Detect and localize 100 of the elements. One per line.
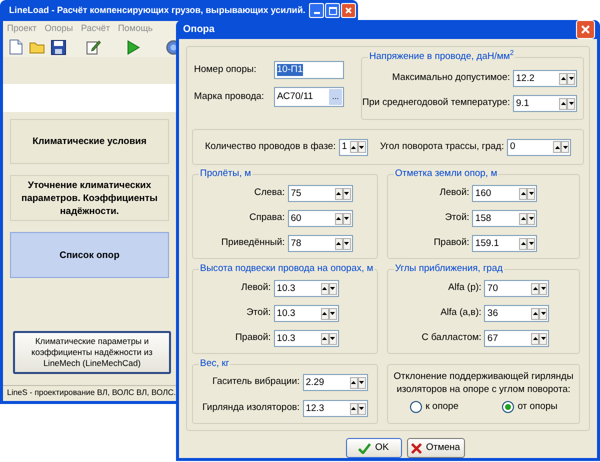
arrow-up-icon (520, 192, 526, 195)
minimize-button[interactable] (309, 3, 324, 18)
minimize-icon (314, 12, 320, 14)
arrow-up-icon (351, 407, 356, 410)
spin-up-button[interactable] (334, 212, 343, 224)
spin-down-button[interactable] (561, 141, 569, 153)
field-label: Alfa (а,в): (439, 306, 482, 320)
close-icon (345, 7, 352, 14)
group-title: Вес, кг (199, 358, 230, 370)
arrow-down-icon (568, 102, 574, 105)
spin-up-button[interactable] (334, 238, 343, 250)
field-label: Количество проводов в фазе: (205, 140, 336, 154)
spin-up-button[interactable] (350, 402, 358, 414)
cancel-button[interactable]: Отмена (406, 438, 464, 458)
save-icon[interactable] (51, 40, 66, 54)
close-button[interactable] (341, 3, 356, 18)
input-field[interactable]: 10-П1 (274, 61, 344, 79)
spin-up-button[interactable] (350, 141, 358, 153)
field-label: Левой: (240, 281, 271, 296)
folder-icon[interactable] (29, 40, 45, 54)
radio-button[interactable] (502, 401, 514, 414)
radio-button[interactable] (410, 401, 422, 414)
input-field[interactable]: 12.2 (513, 70, 577, 87)
input-field[interactable]: 0 (507, 138, 571, 156)
input-field[interactable]: 75 (288, 185, 353, 202)
spin-down-button[interactable] (527, 188, 536, 200)
spin-up-button[interactable] (559, 98, 567, 110)
spin-up-button[interactable] (519, 188, 528, 200)
maximize-icon (328, 6, 337, 14)
spin-down-button[interactable] (527, 212, 536, 224)
arrow-down-icon (359, 381, 364, 384)
spin-down-button[interactable] (567, 98, 575, 110)
spin-up-button[interactable] (334, 188, 343, 200)
input-field[interactable]: 9.1 (513, 95, 577, 112)
input-field[interactable]: 36 (484, 305, 550, 322)
import-button[interactable]: Климатические параметры и коэффициенты надёжности из LineMech (LineMechCad) (13, 331, 171, 374)
input-field[interactable]: 158 (472, 210, 538, 227)
window-title: LineLoad - Расчёт компенсирующих грузов, вырывающих усилий. (9, 4, 306, 17)
input-field[interactable]: АС70/11 ... (274, 87, 344, 107)
arrow-down-icon (540, 287, 546, 290)
input-field[interactable]: 60 (288, 210, 353, 227)
play-icon[interactable] (127, 40, 140, 54)
input-field[interactable]: 10.3 (274, 305, 339, 322)
input-field[interactable]: 159.1 (472, 235, 538, 252)
arrow-down-icon (528, 217, 534, 220)
input-field[interactable]: 78 (288, 235, 353, 252)
input-field[interactable]: 10.3 (274, 330, 339, 347)
spin-up-button[interactable] (350, 376, 358, 388)
spin-up-button[interactable] (519, 212, 528, 224)
arrow-down-icon (344, 242, 350, 245)
status-bar-text: LineS - проектирование ВЛ, ВОЛС ВЛ, ВОЛС. (7, 386, 176, 398)
arrow-up-icon (560, 102, 566, 105)
spin-down-button[interactable] (539, 282, 548, 294)
new-document-icon[interactable] (9, 39, 23, 55)
input-field[interactable]: 1 (338, 138, 368, 156)
group-title: Углы приближения, град (394, 263, 504, 275)
radio-option[interactable]: от опоры (502, 400, 558, 414)
spin-down-button[interactable] (539, 308, 548, 320)
spin-down-button[interactable] (527, 238, 536, 250)
dialog-title: Опора (183, 23, 216, 37)
arrow-down-icon (344, 192, 350, 195)
arrow-up-icon (322, 312, 328, 315)
field-label: Слева: (253, 186, 285, 200)
arrow-up-icon (336, 217, 342, 220)
edit-icon[interactable] (86, 39, 101, 55)
input-field[interactable]: 10.3 (274, 280, 339, 297)
spin-up-button[interactable] (559, 72, 567, 84)
radio-option[interactable]: к опоре (410, 400, 459, 414)
spin-up-button[interactable] (531, 308, 540, 320)
spin-down-button[interactable] (539, 332, 548, 344)
ok-button[interactable]: OK (346, 438, 402, 458)
arrow-up-icon (336, 192, 342, 195)
input-field[interactable]: 2.29 (302, 374, 368, 391)
spin-up-button[interactable] (531, 282, 540, 294)
field-label: Приведённый: (221, 236, 285, 250)
input-field[interactable]: 70 (484, 280, 550, 297)
maximize-button[interactable] (325, 3, 340, 18)
arrow-up-icon (336, 242, 342, 245)
arrow-up-icon (532, 312, 538, 315)
nav-button[interactable]: Климатические условия (10, 119, 169, 164)
spin-up-button[interactable] (320, 308, 329, 320)
input-field[interactable]: 12.3 (302, 400, 368, 417)
field-label: Гаситель вибрации: (211, 375, 300, 390)
spin-up-button[interactable] (320, 332, 329, 344)
arrow-up-icon (520, 217, 526, 220)
browse-button[interactable]: ... (329, 89, 342, 105)
close-button[interactable] (576, 20, 595, 39)
input-field[interactable]: 67 (484, 330, 550, 347)
spin-up-button[interactable] (553, 141, 561, 153)
arrow-down-icon (540, 337, 546, 340)
spin-up-button[interactable] (519, 238, 528, 250)
field-label: Номер опоры: (194, 62, 258, 77)
arrow-up-icon (520, 242, 526, 245)
arrow-up-icon (322, 337, 328, 340)
spin-up-button[interactable] (531, 332, 540, 344)
input-field[interactable]: 160 (472, 185, 538, 202)
spin-down-button[interactable] (567, 72, 575, 84)
spin-up-button[interactable] (320, 282, 329, 294)
nav-button[interactable]: Список опор (10, 232, 169, 278)
nav-button[interactable]: Уточнение климатических параметров. Коэффициенты надёжности. (10, 175, 169, 221)
